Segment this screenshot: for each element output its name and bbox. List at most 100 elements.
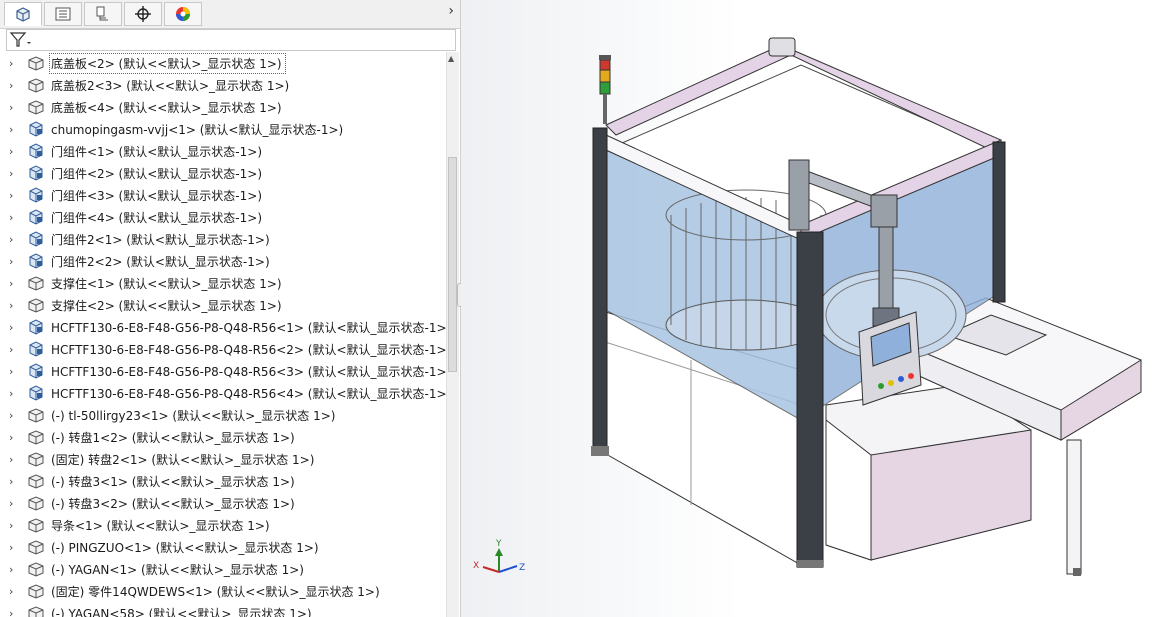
expand-arrow-icon[interactable]: › (9, 79, 13, 92)
display-manager-icon (176, 7, 190, 21)
tab-property-manager[interactable] (44, 2, 82, 26)
dimxpert-crosshair-icon (135, 6, 151, 22)
assembly-icon (29, 253, 43, 269)
tree-item[interactable]: › (-) YAGAN<58> (默认<<默认>_显示状态 1>) (0, 602, 447, 617)
tree-item[interactable]: › 底盖板<4> (默认<<默认>_显示状态 1>) (0, 96, 447, 118)
tab-feature-manager[interactable] (4, 2, 42, 26)
tree-item-label: HCFTF130-6-E8-F48-G56-P8-Q48-R56<3> (默认<… (51, 365, 447, 379)
tree-item[interactable]: › 支撑住<1> (默认<<默认>_显示状态 1>) (0, 272, 447, 294)
tree-item[interactable]: › 门组件<3> (默认<默认_显示状态-1>) (0, 184, 447, 206)
tree-item-label: 门组件<2> (默认<默认_显示状态-1>) (51, 167, 262, 181)
tree-item[interactable]: › 底盖板2<3> (默认<<默认>_显示状态 1>) (0, 74, 447, 96)
expand-arrow-icon[interactable]: › (9, 343, 13, 356)
feature-tree: › 底盖板<2> (默认<<默认>_显示状态 1>) › 底盖板2<3> (默认<<默… (0, 52, 447, 617)
tree-filter-bar[interactable] (6, 29, 456, 51)
tree-item[interactable]: › HCFTF130-6-E8-F48-G56-P8-Q48-R56<1> (默认… (0, 316, 447, 338)
tree-item-label: (-) 转盘3<1> (默认<<默认>_显示状态 1>) (51, 475, 295, 489)
tree-scrollbar[interactable]: ▲ (446, 52, 459, 617)
expand-arrow-icon[interactable]: › (9, 145, 13, 158)
tab-configuration-manager[interactable] (84, 2, 122, 26)
tree-item[interactable]: › (-) 转盘1<2> (默认<<默认>_显示状态 1>) (0, 426, 447, 448)
part-icon (28, 430, 44, 445)
tree-item[interactable]: › (-) 转盘3<2> (默认<<默认>_显示状态 1>) (0, 492, 447, 514)
expand-arrow-icon[interactable]: › (9, 387, 13, 400)
filter-funnel-icon[interactable] (9, 31, 33, 49)
expand-arrow-icon[interactable]: › (9, 101, 13, 114)
tree-item[interactable]: › HCFTF130-6-E8-F48-G56-P8-Q48-R56<3> (默认… (0, 360, 447, 382)
expand-arrow-icon[interactable]: › (9, 453, 13, 466)
feature-manager-pane: › › 底盖板<2> (默认<<默认>_显示状态 1>) › 底盖板2<3> (默认<… (0, 0, 461, 617)
expand-arrow-icon[interactable]: › (9, 497, 13, 510)
tree-item-label: chumopingasm-vvjj<1> (默认<默认_显示状态-1>) (51, 123, 344, 137)
tab-display-manager[interactable] (164, 2, 202, 26)
expand-arrow-icon[interactable]: › (9, 431, 13, 444)
expand-arrow-icon[interactable]: › (9, 541, 13, 554)
tree-item-label: 门组件<3> (默认<默认_显示状态-1>) (51, 189, 262, 203)
tree-item[interactable]: › 门组件2<1> (默认<默认_显示状态-1>) (0, 228, 447, 250)
tree-item[interactable]: › (固定) 零件14QWDEWS<1> (默认<<默认>_显示状态 1>) (0, 580, 447, 602)
expand-arrow-icon[interactable]: › (9, 585, 13, 598)
tree-item[interactable]: › (-) PINGZUO<1> (默认<<默认>_显示状态 1>) (0, 536, 447, 558)
tree-item-label: (-) tl-50llirgy23<1> (默认<<默认>_显示状态 1>) (51, 409, 336, 423)
expand-arrow-icon[interactable]: › (9, 519, 13, 532)
tree-item[interactable]: › 门组件<1> (默认<默认_显示状态-1>) (0, 140, 447, 162)
tree-item[interactable]: › 导条<1> (默认<<默认>_显示状态 1>) (0, 514, 447, 536)
tab-dimxpert-manager[interactable] (124, 2, 162, 26)
part-icon (28, 540, 44, 555)
tree-item-label: 导条<1> (默认<<默认>_显示状态 1>) (51, 519, 270, 533)
part-icon (28, 56, 44, 71)
part-icon (28, 408, 44, 423)
tree-item[interactable]: › 门组件<2> (默认<默认_显示状态-1>) (0, 162, 447, 184)
expand-arrow-icon[interactable]: › (9, 167, 13, 180)
triad-z-label: Z (519, 563, 525, 573)
tree-item-label: (-) YAGAN<58> (默认<<默认>_显示状态 1>) (51, 607, 312, 617)
assembly-icon (29, 121, 43, 137)
expand-arrow-icon[interactable]: › (9, 189, 13, 202)
assembly-icon (29, 385, 43, 401)
tree-item[interactable]: › 支撑住<2> (默认<<默认>_显示状态 1>) (0, 294, 447, 316)
expand-arrow-icon[interactable]: › (9, 255, 13, 268)
part-icon (28, 298, 44, 313)
tree-item-label: HCFTF130-6-E8-F48-G56-P8-Q48-R56<2> (默认<… (51, 343, 447, 357)
expand-arrow-icon[interactable]: › (9, 563, 13, 576)
tree-item-label: (-) YAGAN<1> (默认<<默认>_显示状态 1>) (51, 563, 304, 577)
assembly-icon (29, 363, 43, 379)
scroll-thumb[interactable] (448, 157, 457, 372)
expand-arrow-icon[interactable]: › (9, 57, 13, 70)
tree-item-label: (固定) 转盘2<1> (默认<<默认>_显示状态 1>) (51, 453, 315, 467)
tree-item[interactable]: › chumopingasm-vvjj<1> (默认<默认_显示状态-1>) (0, 118, 447, 140)
signal-tower-light (599, 55, 611, 124)
tree-item[interactable]: › (-) 转盘3<1> (默认<<默认>_显示状态 1>) (0, 470, 447, 492)
scroll-up-icon[interactable]: ▲ (448, 54, 454, 63)
configuration-icon (96, 6, 108, 21)
expand-arrow-icon[interactable]: › (9, 277, 13, 290)
tree-item-label: (-) 转盘1<2> (默认<<默认>_显示状态 1>) (51, 431, 295, 445)
assembly-icon (29, 341, 43, 357)
expand-arrow-icon[interactable]: › (9, 409, 13, 422)
assembly-icon (29, 165, 43, 181)
tab-expand-arrow-icon[interactable]: › (448, 3, 454, 19)
tree-item-label: HCFTF130-6-E8-F48-G56-P8-Q48-R56<4> (默认<… (51, 387, 447, 401)
expand-arrow-icon[interactable]: › (9, 233, 13, 246)
expand-arrow-icon[interactable]: › (9, 475, 13, 488)
tree-item[interactable]: › 门组件<4> (默认<默认_显示状态-1>) (0, 206, 447, 228)
graphics-viewport[interactable]: Y X Z (461, 0, 1161, 617)
expand-arrow-icon[interactable]: › (9, 299, 13, 312)
tree-item[interactable]: › 底盖板<2> (默认<<默认>_显示状态 1>) (0, 52, 447, 74)
tree-item[interactable]: › (-) tl-50llirgy23<1> (默认<<默认>_显示状态 1>) (0, 404, 447, 426)
tree-item[interactable]: › 门组件2<2> (默认<默认_显示状态-1>) (0, 250, 447, 272)
tree-item[interactable]: › (-) YAGAN<1> (默认<<默认>_显示状态 1>) (0, 558, 447, 580)
manager-tab-bar: › (0, 0, 460, 29)
tree-item[interactable]: › HCFTF130-6-E8-F48-G56-P8-Q48-R56<2> (默认… (0, 338, 447, 360)
expand-arrow-icon[interactable]: › (9, 607, 13, 617)
part-icon (28, 606, 44, 617)
expand-arrow-icon[interactable]: › (9, 211, 13, 224)
tree-item[interactable]: › (固定) 转盘2<1> (默认<<默认>_显示状态 1>) (0, 448, 447, 470)
expand-arrow-icon[interactable]: › (9, 365, 13, 378)
tree-item[interactable]: › HCFTF130-6-E8-F48-G56-P8-Q48-R56<4> (默认… (0, 382, 447, 404)
tree-item-label: HCFTF130-6-E8-F48-G56-P8-Q48-R56<1> (默认<… (51, 321, 447, 335)
expand-arrow-icon[interactable]: › (9, 321, 13, 334)
part-icon (28, 562, 44, 577)
tree-item-label: 底盖板<4> (默认<<默认>_显示状态 1>) (51, 101, 282, 115)
expand-arrow-icon[interactable]: › (9, 123, 13, 136)
